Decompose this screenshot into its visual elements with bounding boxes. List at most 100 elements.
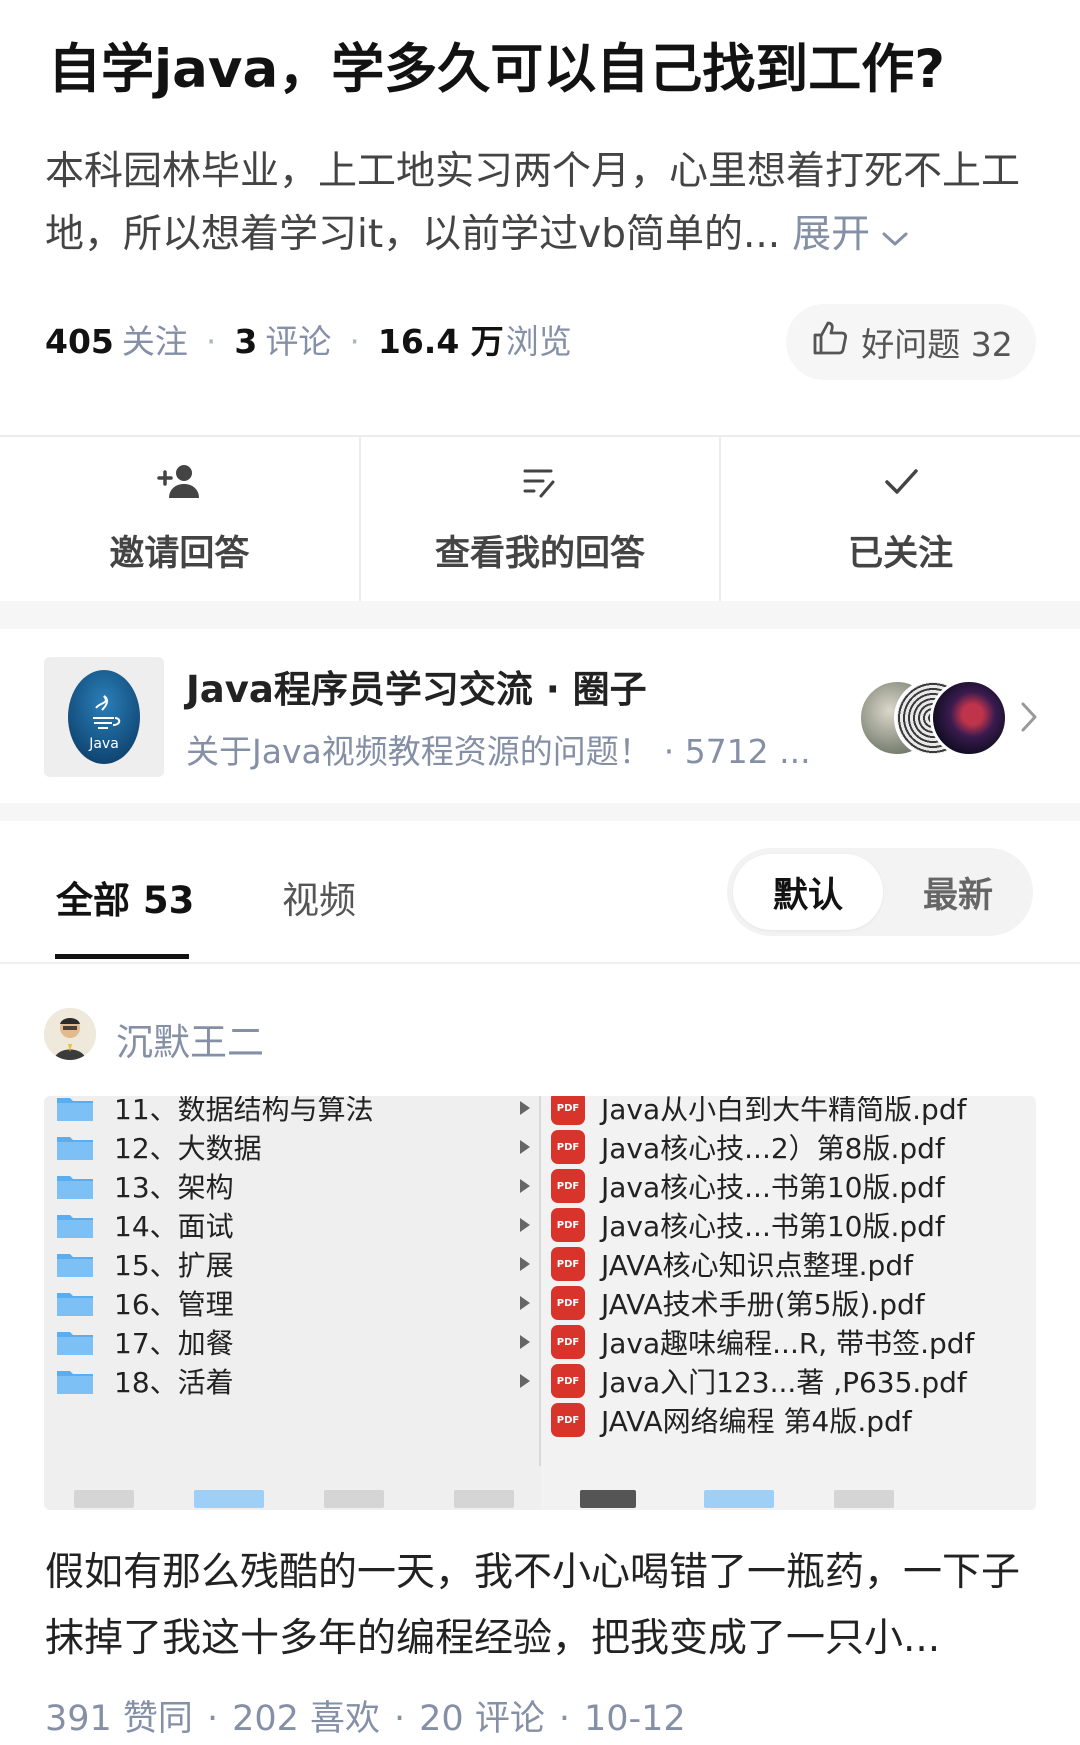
question-description-text: 本科园林毕业，上工地实习两个月，心里想着打死不上工地，所以想着学习it，以前学过… (45, 149, 1021, 257)
checkmark-icon (881, 462, 921, 511)
file-row[interactable]: PDF Java趣味编程...R, 带书签.pdf (551, 1322, 974, 1362)
followed-label: 已关注 (848, 534, 954, 574)
folder-name: 12、大数据 (114, 1132, 262, 1165)
answer-excerpt[interactable]: 假如有那么残酷的一天，我不小心喝错了一瓶药，一下子抹掉了我这十多年的编程经验，把… (45, 1540, 1035, 1672)
file-row[interactable]: PDF Java核心技...书第10版.pdf (551, 1166, 945, 1206)
followers-label: 关注 (121, 322, 188, 361)
folder-row[interactable]: 14、面试 (56, 1205, 234, 1245)
expand-arrow-icon (520, 1179, 530, 1193)
thumbnail (580, 1490, 636, 1508)
thumbnail (74, 1490, 134, 1508)
folder-row[interactable]: 16、管理 (56, 1283, 234, 1323)
answer-date: 10-12 (583, 1699, 686, 1739)
pdf-icon: PDF (551, 1325, 585, 1359)
views-label: 浏览 (505, 322, 572, 361)
folder-row[interactable]: 15、扩展 (56, 1244, 234, 1284)
thumbnail-strip (44, 1476, 1036, 1510)
expand-arrow-icon (520, 1296, 530, 1310)
sort-toggle: 默认 最新 (727, 848, 1033, 936)
expand-arrow-icon (520, 1335, 530, 1349)
file-name: Java趣味编程...R, 带书签.pdf (601, 1327, 975, 1360)
folder-icon (56, 1133, 94, 1161)
answer-stats: 391 赞同 · 202 喜欢 · 20 评论 · 10-12 (45, 1699, 686, 1739)
file-row[interactable]: PDF Java入门123...著 ,P635.pdf (551, 1361, 967, 1401)
invite-answer-label: 邀请回答 (109, 534, 250, 574)
folder-name: 15、扩展 (114, 1249, 234, 1282)
file-name: Java核心技...书第10版.pdf (601, 1210, 945, 1243)
folder-name: 13、架构 (114, 1171, 234, 1204)
thumbnail (834, 1490, 894, 1508)
member-avatars (858, 679, 1008, 759)
thumbs-up-icon (809, 318, 849, 366)
pdf-icon: PDF (551, 1247, 585, 1281)
good-question-button[interactable]: 好问题 32 (786, 304, 1036, 380)
folder-name: 11、数据结构与算法 (114, 1096, 374, 1126)
comments-label[interactable]: 评论 (265, 322, 331, 361)
tab-all[interactable]: 全部 53 (56, 870, 194, 924)
question-actions: 邀请回答 查看我的回答 已关注 (0, 437, 1080, 601)
folder-icon (56, 1250, 94, 1278)
java-logo: Java (44, 657, 164, 777)
expand-link[interactable]: 展开 (792, 212, 870, 257)
comments-count: 20 评论 (419, 1699, 545, 1739)
thumbnail (454, 1490, 514, 1508)
expand-arrow-icon (520, 1140, 530, 1154)
circle-card[interactable]: Java Java程序员学习交流 · 圈子 关于Java视频教程资源的问题！ · … (0, 629, 1080, 803)
view-my-answer-label: 查看我的回答 (435, 534, 646, 574)
folder-icon (56, 1172, 94, 1200)
chevron-right-icon[interactable] (1018, 699, 1040, 739)
circle-member-count: · 5712 ... (663, 732, 811, 771)
folder-row[interactable]: 11、数据结构与算法 (56, 1096, 374, 1128)
thumbnail (704, 1490, 774, 1508)
edit-list-icon (520, 462, 560, 511)
comments-count[interactable]: 3 (234, 322, 257, 361)
thumbnail (194, 1490, 264, 1508)
file-row[interactable]: PDF JAVA网络编程 第4版.pdf (551, 1400, 912, 1440)
pdf-icon: PDF (551, 1286, 585, 1320)
pdf-icon: PDF (551, 1364, 585, 1398)
circle-name: Java程序员学习交流 · 圈子 (186, 668, 647, 711)
question-meta: 405 关注 · 3 评论 · 16.4 万浏览 (45, 322, 572, 361)
tab-video[interactable]: 视频 (282, 870, 356, 924)
circle-topic: 关于Java视频教程资源的问题！ (186, 732, 652, 771)
folder-list: 11、数据结构与算法 12、大数据 13、架构 14、面试 15、扩展 16、管理 17、加… (44, 1096, 539, 1510)
author-name[interactable]: 沉默王二 (116, 1012, 264, 1066)
file-row[interactable]: PDF Java从小白到大牛精简版.pdf (551, 1096, 966, 1128)
chevron-down-icon[interactable] (880, 205, 910, 268)
view-my-answer-button[interactable]: 查看我的回答 (358, 437, 720, 601)
file-list: PDF Java从小白到大牛精简版.pdf PDF Java核心技...2）第8版.p… (541, 1096, 1036, 1510)
java-logo-text: Java (88, 736, 119, 752)
file-row[interactable]: PDF Java核心技...书第10版.pdf (551, 1205, 945, 1245)
add-person-icon (156, 462, 202, 511)
followers-count: 405 (45, 322, 114, 361)
file-name: Java入门123...著 ,P635.pdf (601, 1366, 967, 1399)
folder-icon (56, 1328, 94, 1356)
question-description[interactable]: 本科园林毕业，上工地实习两个月，心里想着打死不上工地，所以想着学习it，以前学过… (45, 140, 1045, 268)
avatar (930, 679, 1008, 757)
file-row[interactable]: PDF JAVA技术手册(第5版).pdf (551, 1283, 925, 1323)
folder-row[interactable]: 13、架构 (56, 1166, 234, 1206)
folder-icon (56, 1096, 94, 1122)
folder-row[interactable]: 12、大数据 (56, 1127, 262, 1167)
folder-icon (56, 1289, 94, 1317)
file-row[interactable]: PDF Java核心技...2）第8版.pdf (551, 1127, 945, 1167)
thumbnail (324, 1490, 384, 1508)
pdf-icon: PDF (551, 1403, 585, 1437)
file-row[interactable]: PDF JAVA核心知识点整理.pdf (551, 1244, 913, 1284)
section-gap (0, 601, 1080, 629)
circle-subtitle: 关于Java视频教程资源的问题！ · 5712 ... (186, 725, 811, 773)
folder-row[interactable]: 17、加餐 (56, 1322, 234, 1362)
answer-image[interactable]: 11、数据结构与算法 12、大数据 13、架构 14、面试 15、扩展 16、管理 17、加… (44, 1096, 1036, 1510)
file-name: Java核心技...书第10版.pdf (601, 1171, 945, 1204)
folder-icon (56, 1367, 94, 1395)
folder-row[interactable]: 18、活着 (56, 1361, 234, 1401)
followed-button[interactable]: 已关注 (719, 437, 1080, 601)
author-avatar[interactable] (44, 1008, 96, 1060)
good-question-label: 好问题 32 (861, 325, 1013, 364)
invite-answer-button[interactable]: 邀请回答 (0, 437, 359, 601)
sort-default-button[interactable]: 默认 (733, 854, 883, 930)
active-tab-indicator (55, 954, 189, 959)
section-gap (0, 803, 1080, 821)
views-count: 16.4 万 (377, 322, 504, 361)
sort-latest-button[interactable]: 最新 (883, 854, 1033, 930)
